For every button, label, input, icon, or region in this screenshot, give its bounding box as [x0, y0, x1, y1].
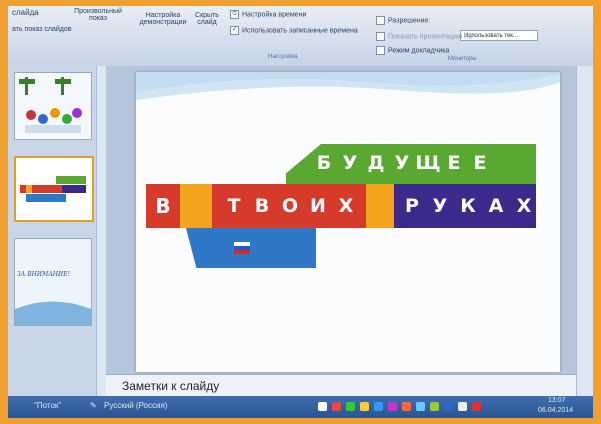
orange-block-2 — [366, 184, 394, 228]
custom-show-button[interactable]: Произвольный показ — [68, 8, 128, 22]
presenter-view-checkbox[interactable]: Режим докладчика — [376, 46, 449, 55]
letter: Е — [447, 152, 461, 174]
letter: У — [394, 152, 410, 174]
orange-block — [180, 184, 212, 228]
rehearse-timings-button[interactable]: ⏱ Настройка времени — [230, 10, 306, 19]
volume-icon[interactable] — [458, 402, 467, 411]
show-on-text: Показать презентацию на: — [388, 33, 474, 41]
check-icon: ✓ — [230, 26, 239, 35]
app-icon[interactable] — [360, 402, 369, 411]
letter: О — [281, 195, 299, 217]
timings-label: Настройка времени — [242, 11, 307, 19]
clock-date[interactable]: 06.04.2014 — [538, 407, 573, 414]
blue-band — [186, 228, 316, 268]
tray-icon[interactable] — [472, 402, 481, 411]
slide-wave-decoration — [136, 72, 560, 100]
presenter-label: Режим докладчика — [388, 47, 450, 55]
letter: Х — [516, 195, 532, 217]
app-icon[interactable] — [388, 402, 397, 411]
letter-in: В — [146, 184, 180, 228]
hide-slide-button[interactable]: Скрыть слайд — [193, 12, 221, 26]
letter: Б — [316, 152, 332, 174]
letter: Х — [338, 195, 354, 217]
use-timings-label: Использовать записанные времена — [242, 27, 358, 35]
setup-show-button[interactable]: Настройка демонстрации — [138, 12, 188, 26]
ribbon: слайда ать показ слайдов Произвольный по… — [8, 6, 593, 67]
letter: Е — [473, 152, 487, 174]
notes-pane[interactable]: Заметки к слайду — [106, 374, 576, 397]
slide-thumbnails-pane: ЗА ВНИМАНИЕ! — [8, 66, 97, 396]
app-icon[interactable] — [402, 402, 411, 411]
russian-flag-icon — [234, 242, 250, 254]
show-on-label: Показать презентацию на: — [376, 32, 474, 41]
word-hands: Р У К А Х — [402, 194, 534, 218]
thumbnail-3-text: ЗА ВНИМАНИЕ! — [17, 271, 71, 278]
thumbnail-2-image — [16, 158, 90, 218]
word-your: Т В О И Х — [224, 194, 356, 218]
letter: Т — [227, 195, 241, 217]
network-icon[interactable] — [444, 402, 453, 411]
thumbnail-slide-2[interactable] — [14, 156, 94, 222]
projected-screen: слайда ать показ слайдов Произвольный по… — [8, 6, 593, 418]
app-icon[interactable] — [374, 402, 383, 411]
letter: Щ — [415, 152, 441, 174]
letter: У — [432, 195, 448, 217]
group-setup-label: Настройка — [268, 54, 298, 60]
theme-label[interactable]: "Поток" — [34, 401, 61, 410]
use-timings-checkbox[interactable]: ✓ Использовать записанные времена — [230, 26, 358, 35]
word-future: Б У Д У Щ Е Е — [314, 152, 490, 174]
letter: В — [254, 195, 270, 217]
ribbon-show-slides-item[interactable]: ать показ слайдов — [12, 26, 72, 33]
monitor-icon — [376, 16, 385, 25]
thumbnail-3-image — [15, 239, 91, 325]
app-icon[interactable] — [346, 402, 355, 411]
thumbnail-slide-3[interactable]: ЗА ВНИМАНИЕ! — [14, 238, 92, 326]
app-icon[interactable] — [416, 402, 425, 411]
monitor-icon-2 — [376, 32, 385, 41]
letter: И — [310, 195, 326, 217]
app-icon[interactable] — [332, 402, 341, 411]
current-slide[interactable]: Б У Д У Щ Е Е В Т В О И Х Р У К А Х — [136, 72, 560, 372]
letter: Р — [405, 195, 419, 217]
checkbox-icon — [376, 46, 385, 55]
resolution-label: Разрешение: — [376, 16, 430, 25]
ribbon-slide-item[interactable]: слайда — [12, 8, 39, 17]
language-label[interactable]: Русский (Россия) — [104, 401, 167, 410]
letter: Д — [367, 152, 385, 174]
resolution-text: Разрешение: — [388, 17, 431, 25]
group-monitors-label: Мониторы — [448, 56, 477, 62]
slide-scrollbar[interactable] — [576, 66, 593, 396]
thumbnail-1-image — [15, 73, 91, 139]
app-icon[interactable] — [318, 402, 327, 411]
letter: У — [342, 152, 358, 174]
thumbnail-slide-1[interactable] — [14, 72, 92, 140]
timings-icon: ⏱ — [230, 10, 239, 19]
clock-time[interactable]: 13:07 — [548, 397, 566, 404]
letter: А — [488, 195, 504, 217]
notes-label: Заметки к слайду — [122, 379, 220, 393]
taskbar: "Поток" ✎ Русский (Россия) 13:07 06.04.2… — [8, 396, 593, 418]
spellcheck-icon[interactable]: ✎ — [90, 401, 97, 410]
app-icon[interactable] — [430, 402, 439, 411]
letter: К — [460, 195, 476, 217]
slide-editing-area: Б У Д У Щ Е Е В Т В О И Х Р У К А Х — [106, 66, 576, 374]
